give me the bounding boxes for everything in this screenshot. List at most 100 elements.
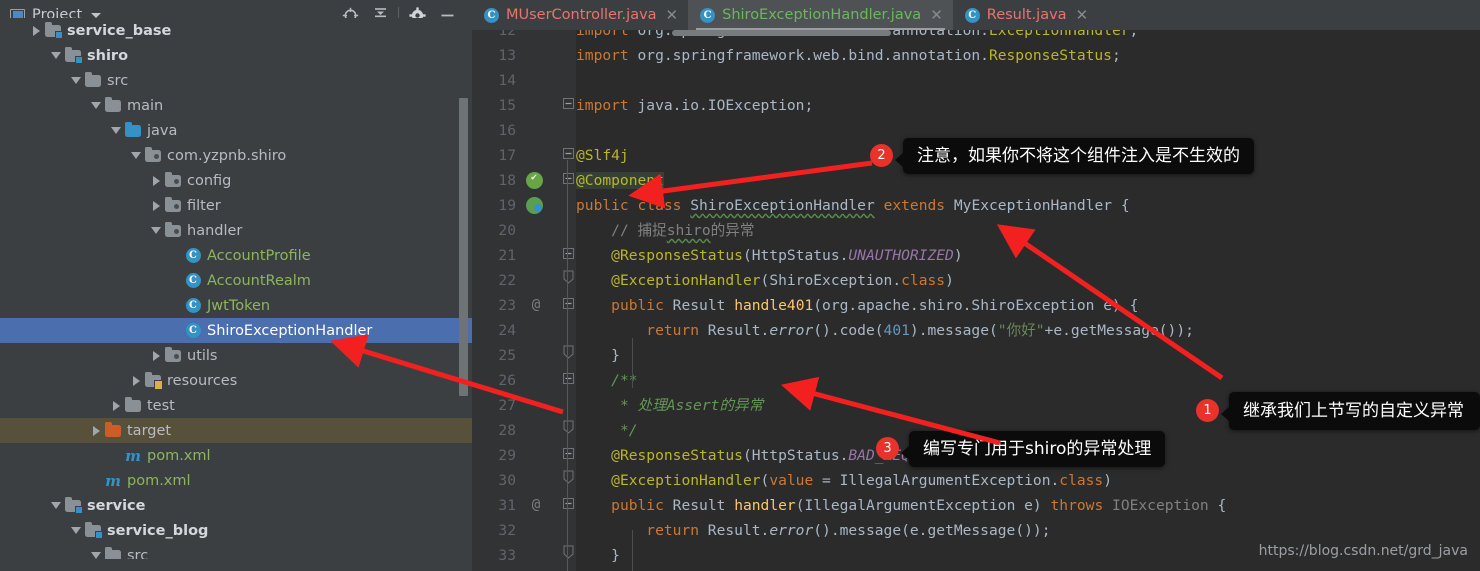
fold-region-icon[interactable] xyxy=(560,543,576,568)
chevron-down-icon[interactable] xyxy=(108,123,124,139)
chevron-down-icon[interactable] xyxy=(88,98,104,114)
fold-region-icon[interactable] xyxy=(560,418,576,443)
line-number: 15 xyxy=(498,97,516,114)
tree-item-accountprofile[interactable]: C AccountProfile xyxy=(0,243,472,268)
tree-item-pom-xml[interactable]: m pom.xml xyxy=(0,468,472,493)
fold-guide-line xyxy=(567,160,568,571)
fold-collapse-icon[interactable] xyxy=(560,293,576,318)
code-lines[interactable]: 12import org.springframework.web.bind.an… xyxy=(472,30,1480,564)
ide-window: Project service_base shiro src main java… xyxy=(0,0,1480,571)
chevron-right-icon[interactable] xyxy=(28,23,44,39)
chevron-down-icon[interactable] xyxy=(48,48,64,64)
chevron-down-icon[interactable] xyxy=(148,223,164,239)
code-line[interactable]: 13 import org.springframework.web.bind.an… xyxy=(472,43,1480,68)
java-class-icon: C xyxy=(700,7,716,23)
override-marker-icon[interactable]: @ xyxy=(526,293,546,318)
code-line[interactable]: 21 @ResponseStatus(HttpStatus.UNAUTHORIZ… xyxy=(472,243,1480,268)
project-tree-scrollbar[interactable] xyxy=(459,98,468,396)
line-number: 31 xyxy=(498,497,516,514)
editor-tab-label: MUserController.java xyxy=(506,7,657,23)
tree-item-accountrealm[interactable]: C AccountRealm xyxy=(0,268,472,293)
spring-bean-icon[interactable] xyxy=(526,172,543,189)
fold-region-icon[interactable] xyxy=(560,268,576,293)
code-line[interactable]: 23 @ public Result handle401(org.apache.s… xyxy=(472,293,1480,318)
editor-tab[interactable]: C MUserController.java ✕ xyxy=(472,0,688,30)
chevron-right-icon[interactable] xyxy=(128,373,144,389)
tree-item-main[interactable]: main xyxy=(0,93,472,118)
editor-tab[interactable]: C ShiroExceptionHandler.java ✕ xyxy=(688,0,953,30)
tree-item-java[interactable]: java xyxy=(0,118,472,143)
chevron-down-icon[interactable] xyxy=(128,148,144,164)
tree-item-test[interactable]: test xyxy=(0,393,472,418)
tree-item-utils[interactable]: utils xyxy=(0,343,472,368)
fold-collapse-icon[interactable] xyxy=(560,168,576,193)
tree-item-label: AccountProfile xyxy=(207,247,311,264)
resource-folder-icon xyxy=(144,371,163,390)
editor-tab[interactable]: C Result.java ✕ xyxy=(953,0,1098,30)
code-line[interactable]: 22 @ExceptionHandler(ShiroException.clas… xyxy=(472,268,1480,293)
fold-collapse-icon[interactable] xyxy=(560,493,576,518)
tree-item-label: shiro xyxy=(87,47,129,64)
tree-item-handler[interactable]: handler xyxy=(0,218,472,243)
chevron-right-icon[interactable] xyxy=(148,198,164,214)
chevron-down-icon[interactable] xyxy=(91,12,102,18)
tree-item-service-blog[interactable]: service_blog xyxy=(0,518,472,543)
tree-item-src[interactable]: src xyxy=(0,68,472,93)
tree-item-pom-xml[interactable]: m pom.xml xyxy=(0,443,472,468)
watermark: https://blog.csdn.net/grd_java xyxy=(1258,543,1468,559)
fold-collapse-icon[interactable] xyxy=(560,143,576,168)
close-icon[interactable]: ✕ xyxy=(1076,7,1089,23)
code-line[interactable]: 25 } xyxy=(472,343,1480,368)
line-number: 33 xyxy=(498,547,516,564)
annotation-bullet-1: 1 xyxy=(1196,399,1219,422)
chevron-down-icon[interactable] xyxy=(88,548,104,560)
chevron-down-icon[interactable] xyxy=(68,73,84,89)
code-line[interactable]: 19 public class ShiroExceptionHandler ext… xyxy=(472,193,1480,218)
chevron-right-icon[interactable] xyxy=(88,423,104,439)
tree-item-shiroexceptionhandler[interactable]: C ShiroExceptionHandler xyxy=(0,318,472,343)
code-line[interactable]: 24 return Result.error().code(401).messa… xyxy=(472,318,1480,343)
code-line[interactable]: 15 import java.io.IOException; xyxy=(472,93,1480,118)
fold-collapse-icon[interactable] xyxy=(560,443,576,468)
code-line[interactable]: 26 /** xyxy=(472,368,1480,393)
java-class-icon: C xyxy=(184,323,202,338)
tree-item-shiro[interactable]: shiro xyxy=(0,43,472,68)
project-tree[interactable]: service_base shiro src main java com.yzpnb.sh… xyxy=(0,18,472,559)
chevron-down-icon[interactable] xyxy=(68,523,84,539)
close-icon[interactable]: ✕ xyxy=(666,7,679,23)
editor-horizontal-scrollbar[interactable] xyxy=(672,30,891,36)
tree-item-service-base[interactable]: service_base xyxy=(0,18,472,43)
fold-region-icon[interactable] xyxy=(560,468,576,493)
line-number: 25 xyxy=(498,347,516,364)
code-editor[interactable]: 12import org.springframework.web.bind.an… xyxy=(472,30,1480,571)
code-line[interactable]: 31 @ public Result handler(IllegalArgumen… xyxy=(472,493,1480,518)
tree-item-resources[interactable]: resources xyxy=(0,368,472,393)
tree-item-target[interactable]: target xyxy=(0,418,472,443)
spring-bean-class-icon[interactable] xyxy=(526,197,543,214)
code-line[interactable]: 20 // 捕捉shiro的异常 xyxy=(472,218,1480,243)
code-line[interactable]: 30 @ExceptionHandler(value = IllegalArgu… xyxy=(472,468,1480,493)
fold-collapse-icon[interactable] xyxy=(560,243,576,268)
close-icon[interactable]: ✕ xyxy=(930,7,943,23)
chevron-right-icon[interactable] xyxy=(148,348,164,364)
code-text: @Slf4j xyxy=(576,147,629,164)
fold-region-icon[interactable] xyxy=(560,343,576,368)
code-line[interactable]: 32 return Result.error().message(e.getMe… xyxy=(472,518,1480,543)
tree-item-service[interactable]: service xyxy=(0,493,472,518)
tree-item-com-yzpnb-shiro[interactable]: com.yzpnb.shiro xyxy=(0,143,472,168)
tree-item-filter[interactable]: filter xyxy=(0,193,472,218)
chevron-down-icon[interactable] xyxy=(48,498,64,514)
code-line[interactable]: 14 xyxy=(472,68,1480,93)
fold-collapse-icon[interactable] xyxy=(560,93,576,118)
override-marker-icon[interactable]: @ xyxy=(526,493,546,518)
tree-item-config[interactable]: config xyxy=(0,168,472,193)
tree-item-src[interactable]: src xyxy=(0,543,472,559)
annotation-callout-2: 注意，如果你不将这个组件注入是不生效的 xyxy=(895,138,1254,174)
chevron-right-icon[interactable] xyxy=(148,173,164,189)
package-icon xyxy=(164,171,182,187)
chevron-right-icon[interactable] xyxy=(108,398,124,414)
tree-item-jwttoken[interactable]: C JwtToken xyxy=(0,293,472,318)
fold-collapse-icon[interactable] xyxy=(560,368,576,393)
indent-guide xyxy=(632,338,633,388)
code-line[interactable]: 12import org.springframework.web.bind.an… xyxy=(472,30,1480,43)
